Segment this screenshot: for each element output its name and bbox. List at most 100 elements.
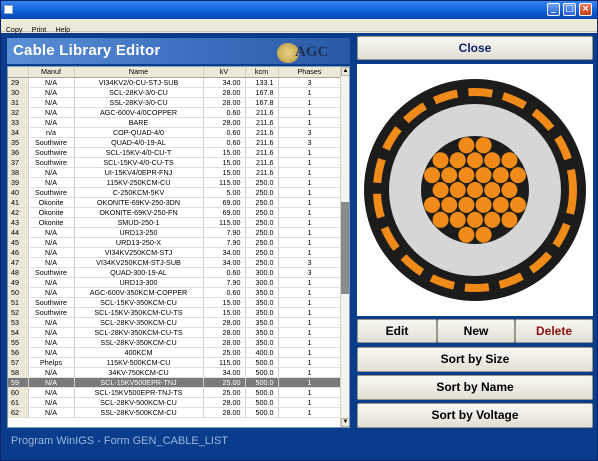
column-header-kv[interactable]: kV xyxy=(203,67,246,78)
table-row[interactable]: 41 Okonite OKONITE-69KV-250-3DN 69.00 250.0 1 xyxy=(8,197,342,208)
minimize-button[interactable]: _ xyxy=(547,3,560,16)
table-row[interactable]: 29 N/A VI34KV2/0-CU-STJ-SUB 34.00 133.1 3 xyxy=(8,77,342,88)
cell-phases: 1 xyxy=(278,317,342,328)
table-row[interactable]: 51 Southwire SCL-15KV-350KCM-CU 15.00 350.0 1 xyxy=(8,297,342,308)
vertical-scrollbar[interactable]: ▲ ▼ xyxy=(340,67,349,427)
cell-manuf: N/A xyxy=(28,107,75,118)
table-row[interactable]: 33 N/A BARE 28.00 211.6 1 xyxy=(8,117,342,128)
table-row[interactable]: 39 N/A 115KV-250KCM-CU 115.00 250.0 1 xyxy=(8,177,342,188)
cell-index: 34 xyxy=(8,127,29,138)
cell-name: 115KV-500KCM-CU xyxy=(74,357,204,368)
table-row[interactable]: 32 N/A AGC-600V-4/0COPPER 0.60 211.6 1 xyxy=(8,107,342,118)
menu-bar: Copy Print Help xyxy=(1,19,597,34)
table-row[interactable]: 35 Southwire QUAD-4/0-19-AL 0.60 211.6 3 xyxy=(8,137,342,148)
table-row[interactable]: 54 N/A SCL-28KV-350KCM-CU-TS 28.00 350.0 1 xyxy=(8,327,342,338)
table-row[interactable]: 43 Okonite SMUD-250-1 115.00 250.0 1 xyxy=(8,217,342,228)
cell-phases: 1 xyxy=(278,287,342,298)
new-button[interactable]: New xyxy=(437,319,515,343)
cell-manuf: Southwire xyxy=(28,187,75,198)
conductor-strand xyxy=(510,167,526,184)
cell-kcm: 500.0 xyxy=(245,357,279,368)
table-row[interactable]: 55 N/A SSL-28KV-350KCM-CU 28.00 350.0 1 xyxy=(8,337,342,348)
sort-by-name-button[interactable]: Sort by Name xyxy=(357,375,593,400)
scrollbar-thumb[interactable] xyxy=(341,202,349,294)
cell-kv: 28.00 xyxy=(203,397,246,408)
cable-table[interactable]: Manuf Name kV kcm Phases 29 N/A VI34KV2/0-… xyxy=(7,66,350,428)
sort-by-size-button[interactable]: Sort by Size xyxy=(357,347,593,372)
edit-button[interactable]: Edit xyxy=(357,319,437,343)
cell-kv: 0.60 xyxy=(203,267,246,278)
sort-by-voltage-button[interactable]: Sort by Voltage xyxy=(357,403,593,428)
cell-phases: 1 xyxy=(278,117,342,128)
cell-index: 33 xyxy=(8,117,29,128)
column-header-kcm[interactable]: kcm xyxy=(245,67,279,78)
table-row[interactable]: 45 N/A URD13-250-X 7.90 250.0 1 xyxy=(8,237,342,248)
table-row[interactable]: 59 N/A SCL-15KV500EPR-TNJ 25.00 500.0 1 xyxy=(8,377,342,388)
cell-manuf: Southwire xyxy=(28,307,75,318)
cell-kv: 0.60 xyxy=(203,127,246,138)
conductor-strand xyxy=(432,182,449,198)
table-row[interactable]: 46 N/A VI34KV250KCM-STJ 34.00 250.0 1 xyxy=(8,247,342,258)
header-banner: Cable Library Editor AGC xyxy=(7,38,350,64)
conductor-strand xyxy=(501,211,518,228)
close-button[interactable]: Close xyxy=(357,36,593,60)
cell-index: 51 xyxy=(8,297,29,308)
cell-name: URD13-250 xyxy=(74,227,204,238)
table-row[interactable]: 62 N/A SSL-28KV-500KCM-CU 28.00 500.0 1 xyxy=(8,407,342,418)
cell-kv: 34.00 xyxy=(203,247,246,258)
cell-kv: 15.00 xyxy=(203,297,246,308)
cell-phases: 1 xyxy=(278,397,342,408)
cell-phases: 1 xyxy=(278,147,342,158)
table-row[interactable]: 60 N/A SCL-15KV500EPR-TNJ-TS 25.00 500.0 1 xyxy=(8,387,342,398)
table-row[interactable]: 61 N/A SCL-28KV-500KCM-CU 28.00 500.0 1 xyxy=(8,397,342,408)
conductor-strand xyxy=(441,167,458,184)
window-close-button[interactable]: × xyxy=(579,3,592,16)
table-row[interactable]: 38 N/A UI-15KV4/0EPR-FNJ 15.00 211.6 1 xyxy=(8,167,342,178)
table-row[interactable]: 56 N/A 400KCM 25.00 400.0 1 xyxy=(8,347,342,358)
agc-logo: AGC xyxy=(277,43,337,63)
cell-manuf: N/A xyxy=(28,177,75,188)
cell-kcm: 350.0 xyxy=(245,287,279,298)
conductor-strand xyxy=(501,182,518,198)
delete-button[interactable]: Delete xyxy=(515,319,593,343)
cell-index: 38 xyxy=(8,167,29,178)
table-row[interactable]: 47 N/A VI34KV250KCM-STJ-SUB 34.00 250.0 3 xyxy=(8,257,342,268)
table-row[interactable]: 37 Southwire SCL-15KV-4/0-CU-TS 15.00 211.6 1 xyxy=(8,157,342,168)
table-row[interactable]: 58 N/A 34KV-750KCM-CU 34.00 500.0 1 xyxy=(8,367,342,378)
cell-index: 40 xyxy=(8,187,29,198)
table-row[interactable]: 48 Southwire QUAD-300-19-AL 0.60 300.0 3 xyxy=(8,267,342,278)
table-row[interactable]: 42 Okonite OKONITE-69KV-250-FN 69.00 250.0 1 xyxy=(8,207,342,218)
cell-kcm: 211.6 xyxy=(245,147,279,158)
cell-phases: 1 xyxy=(278,277,342,288)
cell-name: C-250KCM-5KV xyxy=(74,187,204,198)
cell-manuf: N/A xyxy=(28,117,75,128)
cell-phases: 1 xyxy=(278,157,342,168)
column-header-manuf[interactable]: Manuf xyxy=(28,67,75,78)
column-header-name[interactable]: Name xyxy=(74,67,204,78)
table-row[interactable]: 53 N/A SCL-28KV-350KCM-CU 28.00 350.0 1 xyxy=(8,317,342,328)
cell-kcm: 167.8 xyxy=(245,97,279,108)
table-row[interactable]: 31 N/A SSL-28KV-3/0-CU 28.00 167.8 1 xyxy=(8,97,342,108)
table-row[interactable]: 57 Phelps 115KV-500KCM-CU 115.00 500.0 1 xyxy=(8,357,342,368)
cell-index: 56 xyxy=(8,347,29,358)
cell-name: SCL-28KV-3/0-CU xyxy=(74,87,204,98)
column-header-index[interactable] xyxy=(8,67,29,78)
cell-index: 37 xyxy=(8,157,29,168)
arrow-down-icon[interactable]: ▼ xyxy=(341,418,349,427)
table-row[interactable]: 50 N/A AGC-600V-350KCM-COPPER 0.60 350.0 1 xyxy=(8,287,342,298)
maximize-button[interactable]: □ xyxy=(563,3,576,16)
cell-index: 62 xyxy=(8,407,29,418)
arrow-up-icon[interactable]: ▲ xyxy=(341,67,349,76)
column-header-phases[interactable]: Phases xyxy=(278,67,342,78)
table-row[interactable]: 52 Southwire SCL-15KV-350KCM-CU-TS 15.00 350… xyxy=(8,307,342,318)
cell-kcm: 250.0 xyxy=(245,217,279,228)
table-row[interactable]: 30 N/A SCL-28KV-3/0-CU 28.00 167.8 1 xyxy=(8,87,342,98)
cell-index: 48 xyxy=(8,267,29,278)
table-row[interactable]: 49 N/A URD13-300 7.90 300.0 1 xyxy=(8,277,342,288)
table-row[interactable]: 36 Southwire SCL-15KV-4/0-CU-T 15.00 211.6 1 xyxy=(8,147,342,158)
table-row[interactable]: 44 N/A URD13-250 7.90 250.0 1 xyxy=(8,227,342,238)
cell-phases: 1 xyxy=(278,307,342,318)
table-row[interactable]: 40 Southwire C-250KCM-5KV 5.00 250.0 1 xyxy=(8,187,342,198)
cell-manuf: N/A xyxy=(28,317,75,328)
table-row[interactable]: 34 n/a COP-QUAD-4/0 0.60 211.6 3 xyxy=(8,127,342,138)
